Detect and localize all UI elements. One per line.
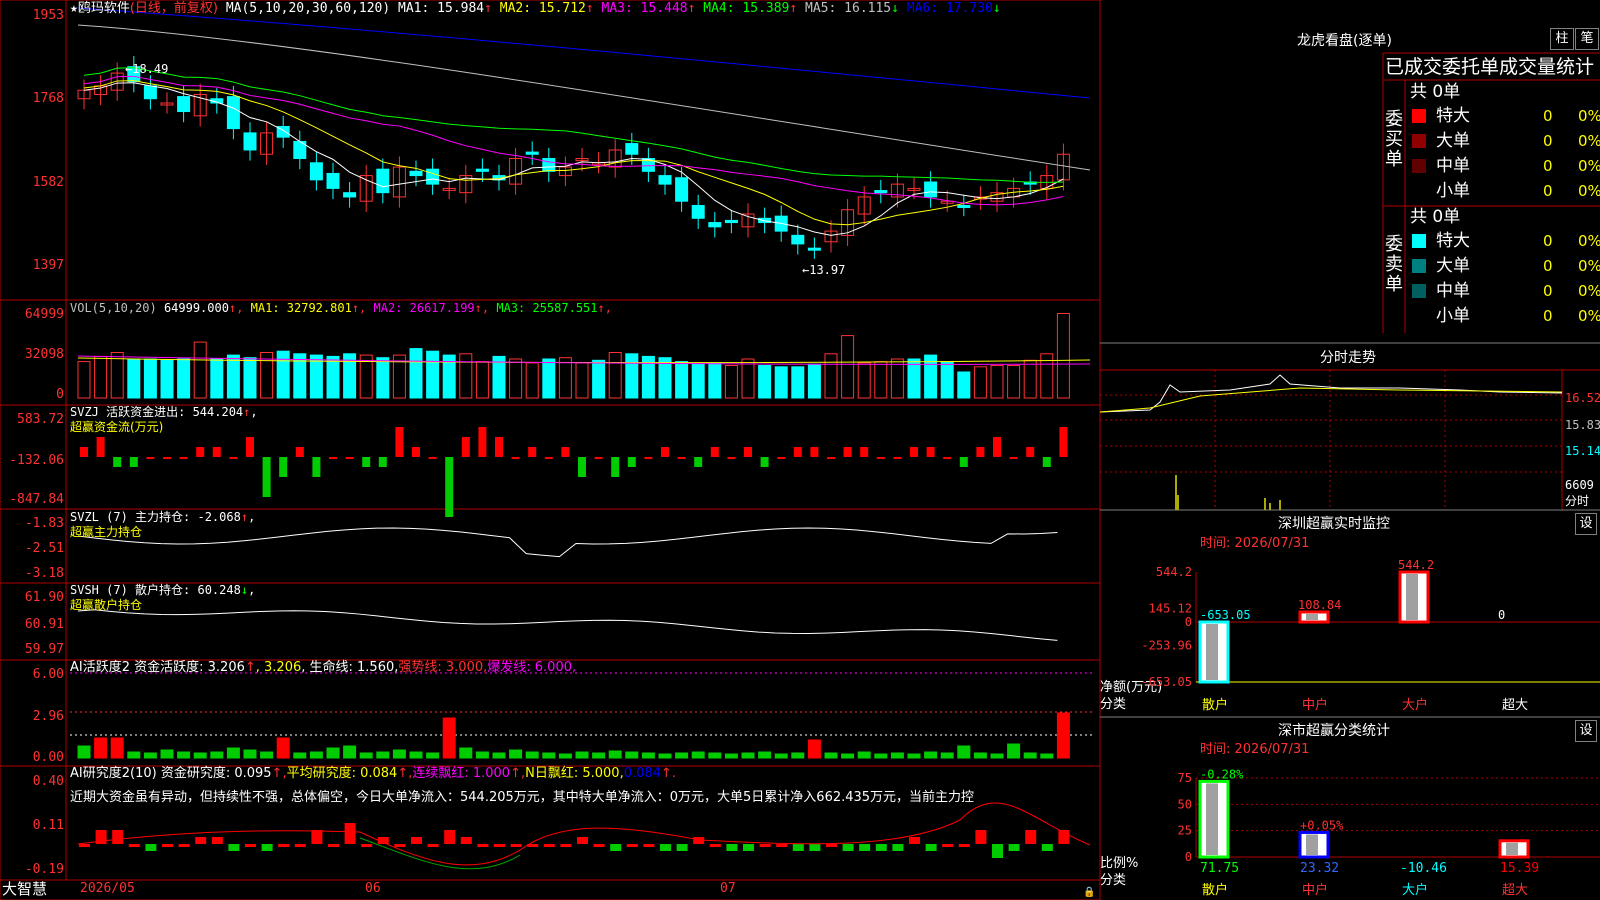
- sz-class-category: 超大: [1502, 883, 1528, 898]
- sz-class-value-label: 23.32: [1300, 861, 1339, 876]
- sz-class-value-label: -10.46: [1400, 861, 1447, 876]
- sz-class-category: 中户: [1302, 882, 1328, 898]
- sz-class-change-label: -0.28%: [1200, 767, 1244, 781]
- sz-class-tick: 50: [1178, 797, 1192, 811]
- sz-class-category: 大户: [1402, 882, 1428, 898]
- sz-class-tick: 75: [1178, 771, 1192, 785]
- sz-class-bar-shade: [1506, 842, 1518, 855]
- sz-class-value-label: 15.39: [1500, 861, 1539, 876]
- sz-class-bar-shade: [1306, 834, 1318, 855]
- sz-class-change-label: +0.05%: [1300, 818, 1344, 832]
- sz-class-bar-shade: [1206, 783, 1218, 855]
- sz-class-tick: 0: [1185, 850, 1192, 864]
- sz-class-value-label: 71.75: [1200, 861, 1239, 876]
- sz-class-bar-chart: 75 50 25 0 -0.28% 71.75 散户 +0.05% 23.32 中户 -10.46 大…: [1178, 767, 1600, 898]
- sz-class-tick: 25: [1178, 824, 1192, 838]
- sz-class-category: 散户: [1202, 882, 1228, 898]
